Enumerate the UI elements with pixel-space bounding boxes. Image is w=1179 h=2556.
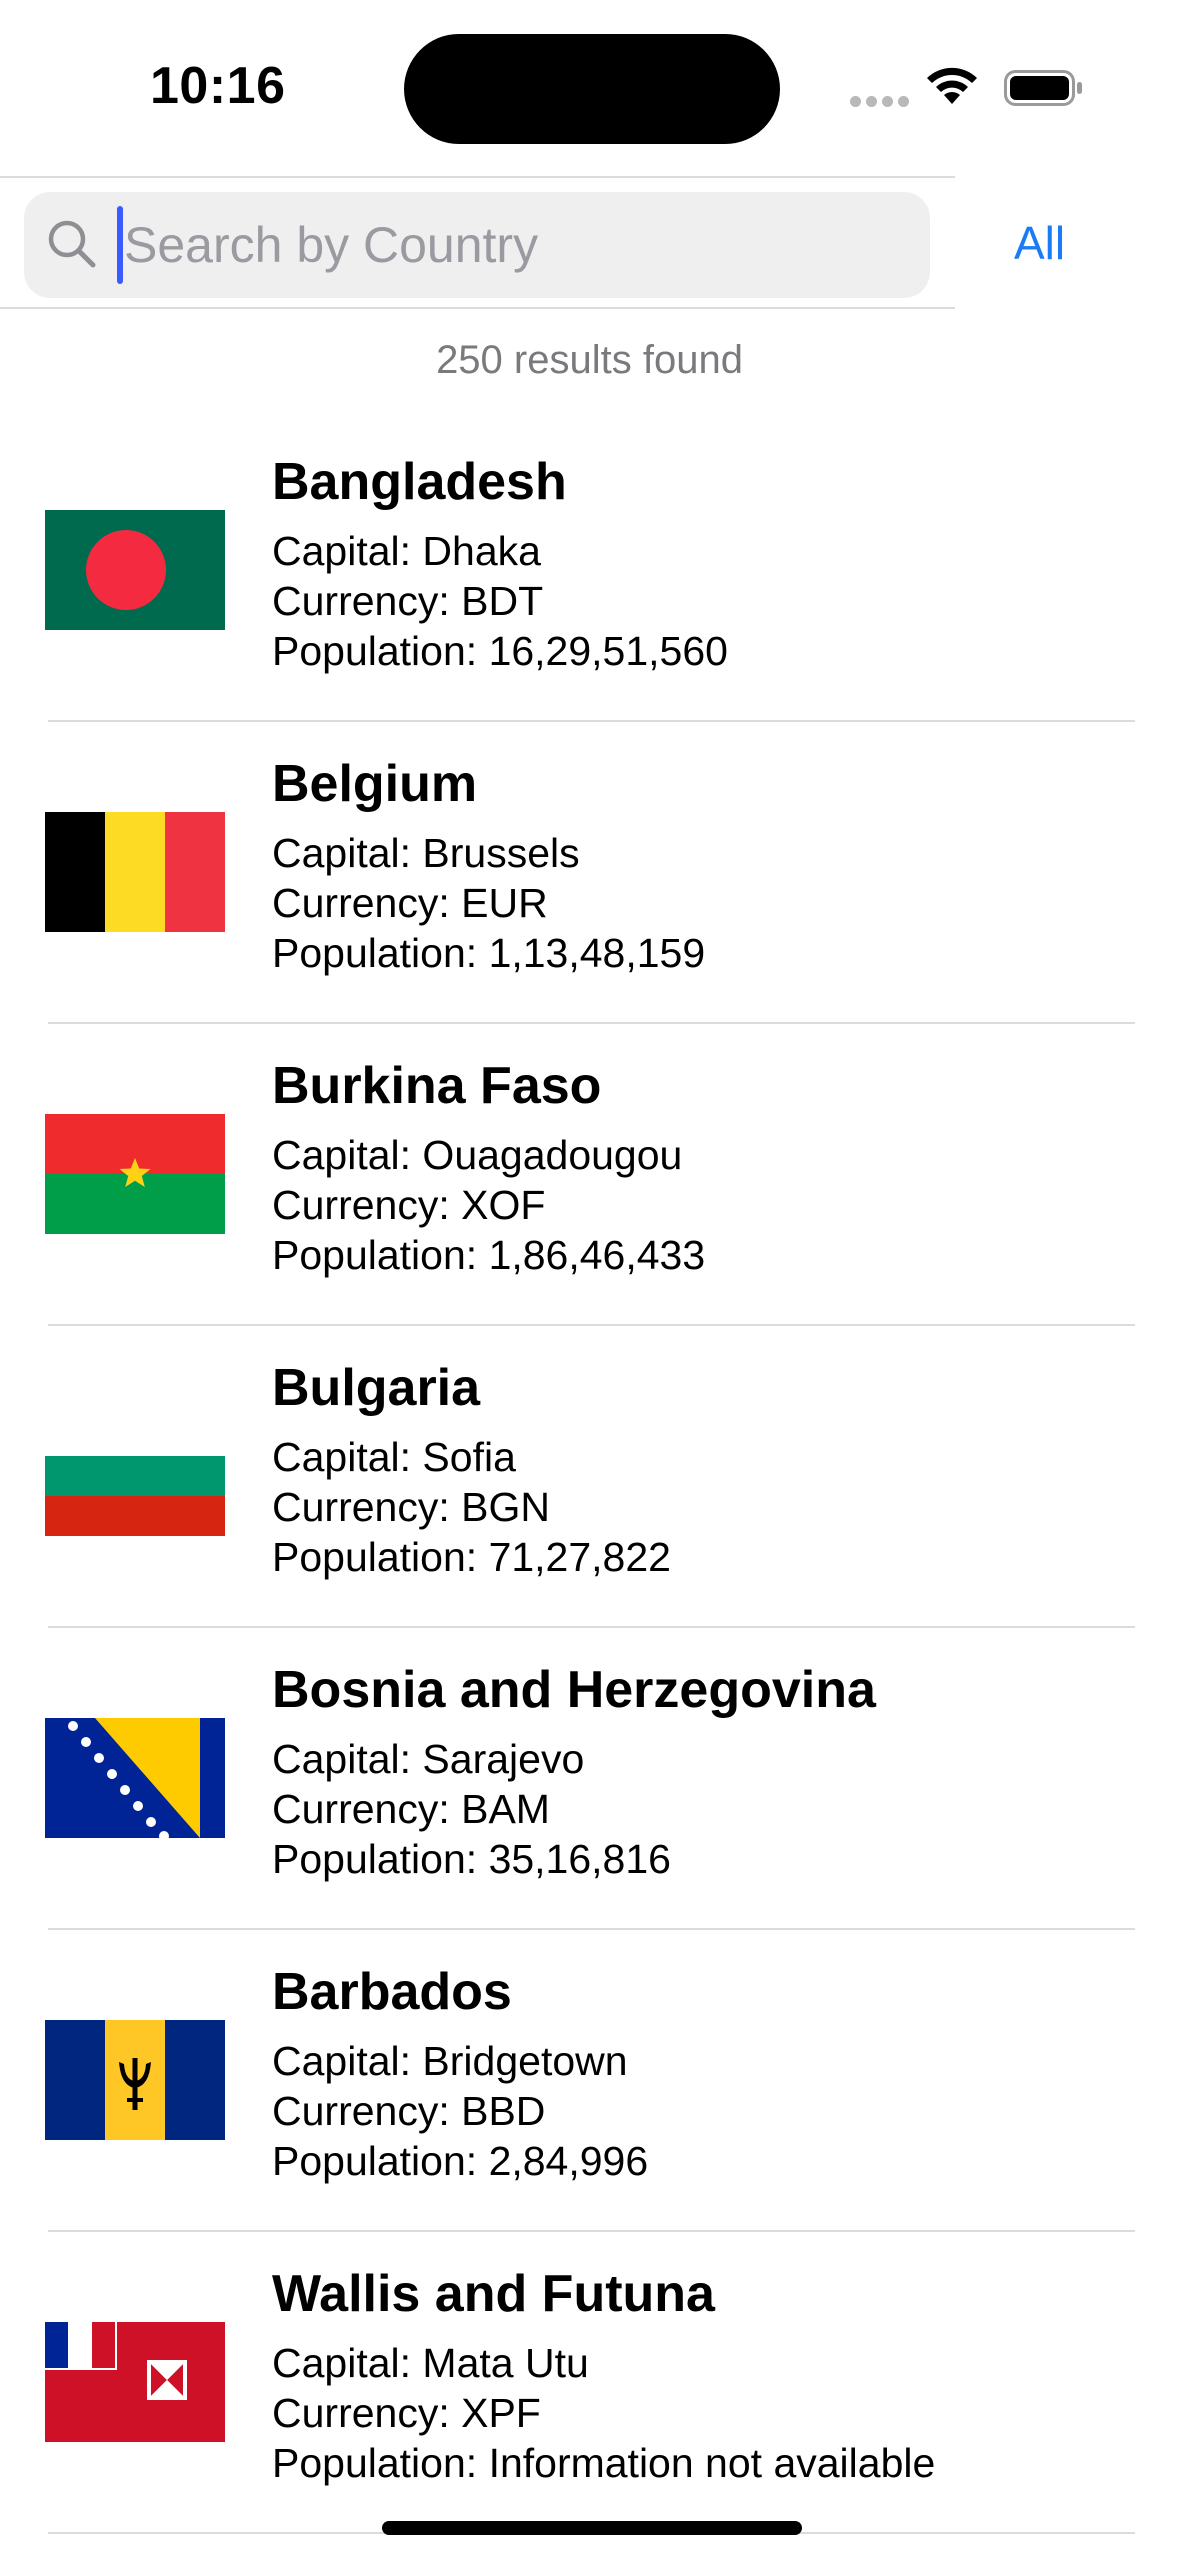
list-item[interactable]: Wallis and Futuna Capital: Mata Utu Curr… [0, 2232, 1179, 2534]
list-item[interactable]: Bangladesh Capital: Dhaka Currency: BDT … [0, 420, 1179, 722]
home-indicator[interactable] [382, 2521, 802, 2535]
list-item[interactable]: Belgium Capital: Brussels Currency: EUR … [0, 722, 1179, 1024]
currency-text: Currency: EUR [272, 880, 548, 926]
capital-text: Capital: Brussels [272, 830, 580, 876]
currency-text: Currency: BDT [272, 578, 544, 624]
bangladesh-flag-icon [45, 510, 225, 630]
cellular-signal-icon [850, 94, 914, 112]
filter-all-button[interactable]: All [1014, 216, 1065, 270]
capital-text: Capital: Bridgetown [272, 2038, 628, 2084]
bosnia-flag-icon [45, 1718, 225, 1838]
country-name: Bulgaria [272, 1359, 481, 1417]
list-item[interactable]: Bulgaria Capital: Sofia Currency: BGN Po… [0, 1326, 1179, 1628]
currency-text: Currency: XPF [272, 2390, 541, 2436]
population-text: Population: 1,86,46,433 [272, 1232, 706, 1278]
country-name: Wallis and Futuna [272, 2265, 715, 2323]
country-list: Bangladesh Capital: Dhaka Currency: BDT … [0, 420, 1179, 2534]
list-item[interactable]: Burkina Faso Capital: Ouagadougou Curren… [0, 1024, 1179, 1326]
population-text: Population: 1,13,48,159 [272, 930, 706, 976]
list-item[interactable]: Bosnia and Herzegovina Capital: Sarajevo… [0, 1628, 1179, 1930]
capital-text: Capital: Sarajevo [272, 1736, 585, 1782]
results-count: 250 results found [436, 338, 743, 382]
belgium-flag-icon [45, 812, 225, 932]
burkina-faso-flag-icon [45, 1114, 225, 1234]
currency-text: Currency: BBD [272, 2088, 546, 2134]
search-field-container[interactable] [24, 192, 930, 298]
battery-icon [1004, 70, 1082, 106]
country-name: Bangladesh [272, 453, 567, 511]
search-icon [48, 220, 96, 268]
barbados-flag-icon [45, 2020, 225, 2140]
population-text: Population: 71,27,822 [272, 1534, 671, 1580]
country-name: Bosnia and Herzegovina [272, 1661, 876, 1719]
population-text: Population: 2,84,996 [272, 2138, 649, 2184]
population-text: Population: 35,16,816 [272, 1836, 671, 1882]
status-time: 10:16 [150, 57, 286, 115]
population-text: Population: Information not available [272, 2440, 936, 2486]
capital-text: Capital: Mata Utu [272, 2340, 589, 2386]
country-name: Barbados [272, 1963, 512, 2021]
country-name: Burkina Faso [272, 1057, 602, 1115]
currency-text: Currency: XOF [272, 1182, 546, 1228]
search-input[interactable] [120, 192, 900, 298]
currency-text: Currency: BGN [272, 1484, 550, 1530]
bulgaria-flag-icon [45, 1416, 225, 1536]
search-bar [0, 176, 955, 309]
wallis-futuna-flag-icon [45, 2322, 225, 2442]
dynamic-island [404, 34, 780, 144]
list-item[interactable]: Barbados Capital: Bridgetown Currency: B… [0, 1930, 1179, 2232]
status-bar: 10:16 [0, 0, 1179, 170]
population-text: Population: 16,29,51,560 [272, 628, 728, 674]
capital-text: Capital: Sofia [272, 1434, 516, 1480]
wifi-icon [927, 67, 977, 104]
currency-text: Currency: BAM [272, 1786, 550, 1832]
capital-text: Capital: Ouagadougou [272, 1132, 683, 1178]
country-name: Belgium [272, 755, 478, 813]
capital-text: Capital: Dhaka [272, 528, 541, 574]
